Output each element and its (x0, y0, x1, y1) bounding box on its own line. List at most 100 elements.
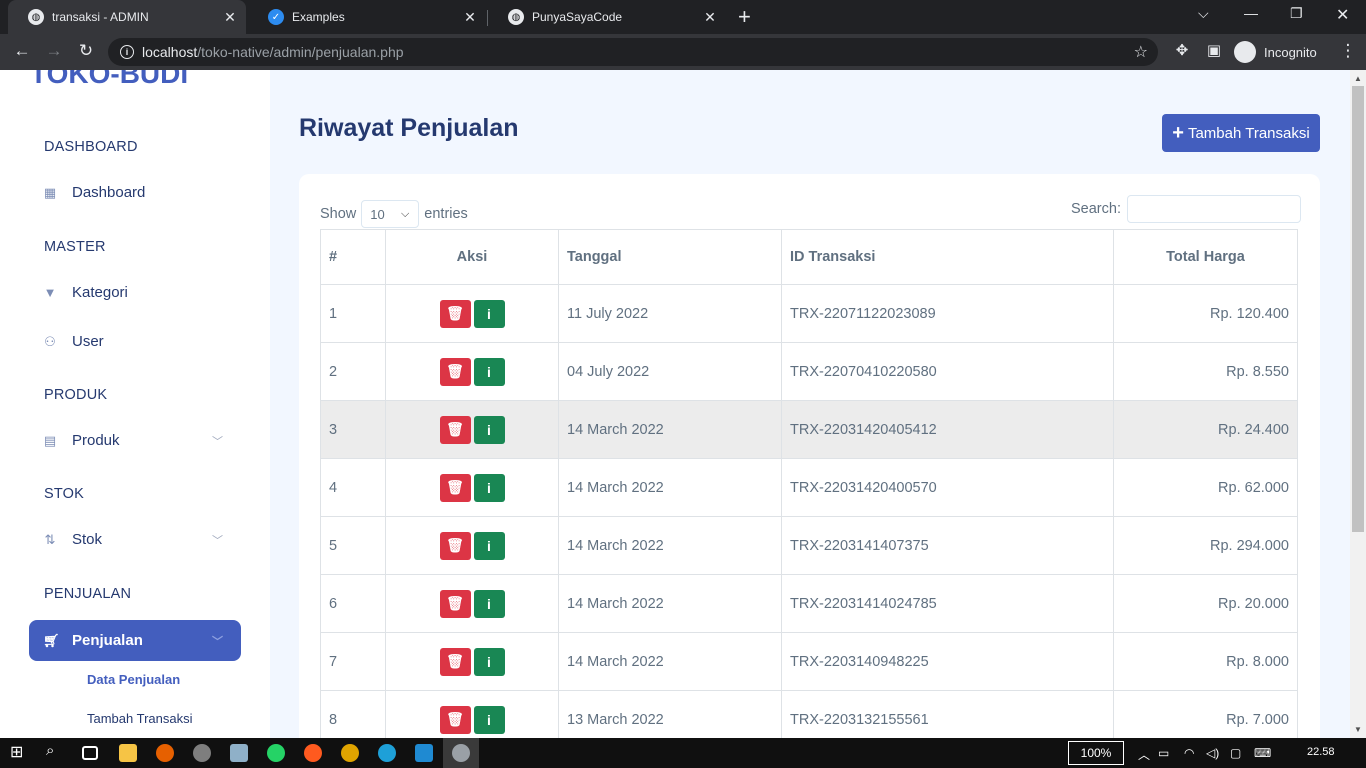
close-tab-icon[interactable]: ✕ (462, 9, 478, 26)
delete-button[interactable]: 🗑︎ (439, 415, 471, 444)
chrome-incognito-icon[interactable] (452, 744, 470, 762)
reload-icon[interactable]: ↻ (74, 41, 98, 61)
browser-menu-icon[interactable]: ⋮ (1336, 41, 1360, 61)
detail-button[interactable]: i (473, 357, 505, 386)
delete-button[interactable]: 🗑︎ (439, 473, 471, 502)
volume-icon[interactable]: ◁) (1206, 746, 1219, 760)
browser-toolbar: ← → ↻ i localhost/toko-native/admin/penj… (0, 34, 1366, 70)
add-transaction-label: Tambah Transaksi (1187, 124, 1310, 142)
delete-button[interactable]: 🗑︎ (439, 357, 471, 386)
table-card: Show 10 ⌵ entries Search: # Aksi Tanggal… (299, 174, 1320, 738)
back-icon[interactable]: ← (10, 41, 34, 61)
sidebar-item-label: Kategori (72, 284, 128, 301)
detail-button[interactable]: i (473, 531, 505, 560)
column-header-tanggal[interactable]: Tanggal (558, 229, 782, 285)
tab-punyasayacode[interactable]: ◍ PunyaSayaCode ✕ (488, 0, 726, 34)
incognito-indicator[interactable]: Incognito (1234, 39, 1317, 65)
delete-button[interactable]: 🗑︎ (439, 705, 471, 734)
row-transaction-id: TRX-2203141407375 (781, 516, 1114, 575)
entries-select[interactable]: 10 ⌵ (361, 200, 420, 228)
delete-button[interactable]: 🗑︎ (439, 531, 471, 560)
windows-start-icon[interactable]: ⊞ (10, 742, 28, 761)
bookmark-star-icon[interactable]: ☆ (1134, 42, 1148, 62)
detail-button[interactable]: i (473, 415, 505, 444)
detail-button[interactable]: i (473, 647, 505, 676)
delete-button[interactable]: 🗑︎ (439, 299, 471, 328)
tab-transaksi-admin[interactable]: ◍ transaksi - ADMIN ✕ (8, 0, 246, 34)
sidebar-item-produk[interactable]: ▤ Produk ﹀ (29, 420, 241, 461)
row-actions: 🗑︎ i (385, 458, 559, 517)
row-actions: 🗑︎ i (385, 516, 559, 575)
notification-icon[interactable]: ▢ (1230, 746, 1241, 760)
battery-icon[interactable]: ▭ (1158, 746, 1169, 760)
column-header-total-harga[interactable]: Total Harga (1113, 229, 1298, 285)
sidebar-item-kategori[interactable]: ▼ Kategori (29, 272, 241, 313)
sidebar-item-dashboard[interactable]: ▦ Dashboard (29, 172, 241, 213)
close-tab-icon[interactable]: ✕ (702, 9, 718, 26)
site-info-icon[interactable]: i (120, 45, 134, 59)
address-bar[interactable]: i localhost/toko-native/admin/penjualan.… (108, 38, 1158, 66)
row-number: 8 (320, 690, 386, 738)
extensions-puzzle-icon[interactable]: ✥ (1170, 41, 1194, 59)
postman-icon[interactable] (304, 744, 322, 762)
row-actions: 🗑︎ i (385, 284, 559, 343)
sidebar-item-stok[interactable]: ⇅ Stok ﹀ (29, 519, 241, 560)
column-header-number[interactable]: # (320, 229, 386, 285)
vscode-icon[interactable] (415, 744, 433, 762)
restore-icon[interactable]: ❐ (1290, 5, 1303, 22)
tab-search-chevron-icon[interactable]: ⌵ (1198, 5, 1209, 22)
info-icon: i (487, 305, 491, 322)
detail-button[interactable]: i (473, 299, 505, 328)
edge-icon[interactable] (378, 744, 396, 762)
row-date: 11 July 2022 (558, 284, 782, 343)
scrollbar-thumb[interactable] (1352, 86, 1364, 532)
page-title: Riwayat Penjualan (299, 114, 519, 142)
side-panel-icon[interactable]: ▣ (1202, 41, 1226, 59)
detail-button[interactable]: i (473, 589, 505, 618)
sidebar-item-penjualan[interactable]: 🛒︎ Penjualan ﹀ (29, 620, 241, 661)
app-icon[interactable] (193, 744, 211, 762)
add-transaction-button[interactable]: + Tambah Transaksi (1162, 114, 1320, 152)
sidebar-subitem-data-penjualan[interactable]: Data Penjualan (87, 672, 180, 687)
whatsapp-icon[interactable] (267, 744, 285, 762)
wifi-icon[interactable]: ◠ (1184, 746, 1194, 760)
new-tab-icon[interactable]: + (738, 4, 751, 30)
row-number: 7 (320, 632, 386, 691)
examples-favicon-icon: ✓ (268, 9, 284, 25)
entries-value: 10 (370, 206, 385, 222)
sidebar-item-user[interactable]: ⚇ User (29, 321, 241, 362)
url-path: /toko-native/admin/penjualan.php (197, 44, 404, 60)
info-icon: i (487, 653, 491, 670)
tray-chevron-icon[interactable]: ︿ (1138, 746, 1150, 763)
detail-button[interactable]: i (473, 705, 505, 734)
keyboard-icon[interactable]: ⌨ (1254, 746, 1271, 760)
detail-button[interactable]: i (473, 473, 505, 502)
search-icon[interactable]: ⌕ (46, 742, 64, 760)
delete-button[interactable]: 🗑︎ (439, 647, 471, 676)
row-total: Rp. 7.000 (1113, 690, 1298, 738)
minimize-icon[interactable]: — (1244, 5, 1258, 21)
file-explorer-icon[interactable] (119, 744, 137, 762)
logo[interactable]: TOKO-BUDI (30, 70, 188, 90)
task-view-icon[interactable] (82, 746, 98, 760)
control-panel-icon[interactable] (230, 744, 248, 762)
chevron-down-icon: ⌵ (400, 207, 410, 220)
info-icon: i (487, 595, 491, 612)
archive-icon: ▤ (43, 432, 57, 448)
delete-button[interactable]: 🗑︎ (439, 589, 471, 618)
close-tab-icon[interactable]: ✕ (222, 9, 238, 26)
page-scrollbar[interactable]: ▲ ▼ (1350, 70, 1366, 738)
zoom-indicator[interactable]: 100% (1068, 741, 1124, 765)
close-window-icon[interactable]: ✕ (1336, 5, 1349, 25)
chrome-icon[interactable] (341, 744, 359, 762)
search-input[interactable] (1126, 195, 1301, 223)
firefox-icon[interactable] (156, 744, 174, 762)
column-header-id-transaksi[interactable]: ID Transaksi (781, 229, 1114, 285)
forward-icon[interactable]: → (42, 41, 66, 61)
scroll-down-icon[interactable]: ▼ (1354, 725, 1362, 734)
column-header-aksi[interactable]: Aksi (385, 229, 559, 285)
scroll-up-icon[interactable]: ▲ (1354, 74, 1362, 83)
clock[interactable]: 22.58 (1307, 746, 1335, 758)
sidebar-subitem-tambah-transaksi[interactable]: Tambah Transaksi (87, 711, 193, 726)
tab-examples[interactable]: ✓ Examples ✕ (248, 0, 486, 34)
